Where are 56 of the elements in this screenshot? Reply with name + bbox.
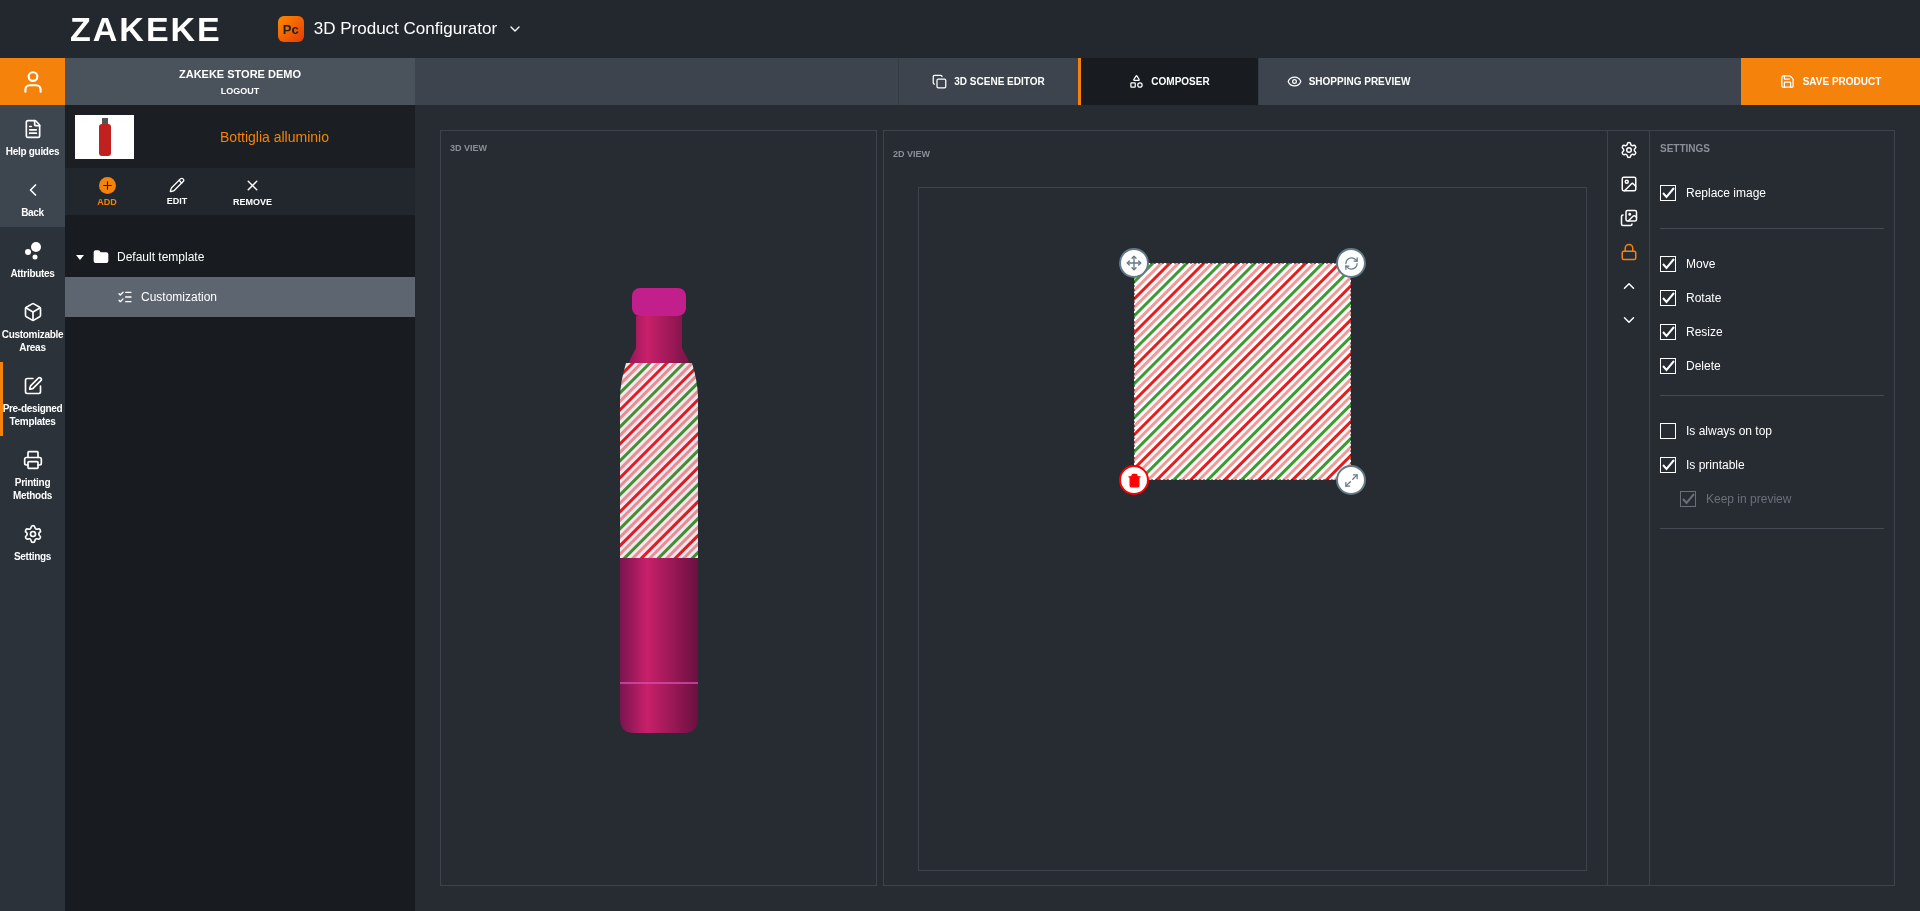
dots-icon (22, 241, 43, 261)
panel-title: 2D VIEW (893, 149, 930, 159)
tree-item[interactable]: Customization (65, 277, 415, 317)
move-handle[interactable] (1119, 248, 1149, 278)
caret-icon[interactable] (75, 252, 85, 262)
tree-label: Default template (117, 250, 205, 264)
option-label: Is printable (1686, 458, 1745, 472)
eye-icon (1286, 74, 1302, 89)
list-edit-icon (117, 289, 133, 305)
shapes-icon (1129, 74, 1145, 89)
option-label: Replace image (1686, 186, 1767, 200)
sidebar-icon (22, 524, 43, 544)
option-label: Resize (1686, 325, 1723, 339)
sidebar-item[interactable]: Settings (0, 510, 65, 571)
sidebar-item[interactable]: Printing Methods (0, 436, 65, 510)
tab[interactable]: COMPOSER (1078, 58, 1258, 105)
sidebar-item[interactable]: Help guides (0, 105, 65, 166)
tree-item[interactable]: Default template (65, 237, 415, 277)
store-name: ZAKEKE STORE DEMO (179, 67, 301, 80)
logo: ZAKEKE (70, 9, 222, 49)
panel-title: SETTINGS (1660, 143, 1711, 154)
tool-icon[interactable] (1619, 141, 1638, 159)
sidebar-item[interactable]: Pre-designed Templates (0, 362, 65, 436)
tree-label: Customization (141, 290, 218, 304)
sidebar-icon (22, 302, 43, 322)
logout-link[interactable]: LOGOUT (220, 85, 260, 96)
option-label: Keep in preview (1706, 492, 1792, 506)
panel-title: 3D VIEW (450, 143, 488, 153)
app-badge: Pc (277, 16, 304, 42)
option-label: Rotate (1686, 291, 1722, 305)
app-title[interactable]: 3D Product Configurator (313, 19, 498, 39)
toolbar-button[interactable]: EDIT (157, 176, 197, 207)
option-label: Delete (1686, 359, 1721, 373)
save-icon (1779, 74, 1795, 89)
toolbar-button[interactable]: REMOVE (227, 175, 278, 208)
copy-icon (932, 74, 948, 89)
sidebar-item[interactable]: Attributes (0, 227, 65, 288)
sidebar-icon (22, 450, 43, 470)
option-label: Is always on top (1686, 424, 1773, 438)
option-label: Move (1686, 257, 1716, 271)
product-name: Bottiglia alluminio (219, 128, 330, 145)
resize-handle[interactable] (1336, 465, 1366, 495)
tab[interactable]: SHOPPING PREVIEW (1258, 58, 1438, 105)
striped-image[interactable] (1134, 263, 1351, 480)
tool-icon[interactable] (1619, 209, 1638, 227)
sidebar-item[interactable]: Back (0, 166, 65, 227)
sidebar-item[interactable]: Customizable Areas (0, 288, 65, 362)
tool-icon[interactable] (1619, 175, 1638, 193)
product-thumbnail (75, 114, 134, 159)
pencil-icon (169, 177, 185, 193)
delete-handle[interactable] (1119, 465, 1149, 495)
rotate-handle[interactable] (1336, 248, 1366, 278)
folder-icon (93, 249, 109, 265)
add-icon (98, 176, 116, 194)
sidebar-icon (22, 376, 43, 396)
toolbar-button[interactable]: ADD (87, 175, 127, 208)
